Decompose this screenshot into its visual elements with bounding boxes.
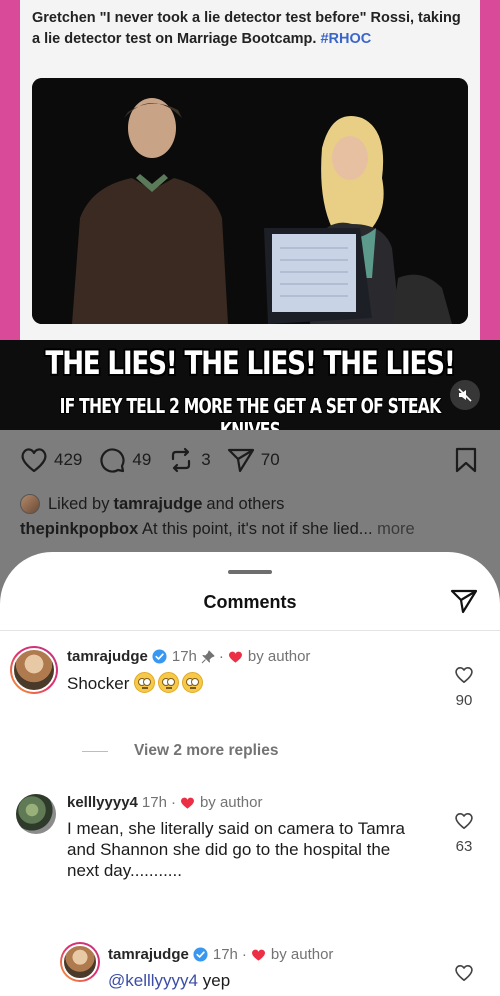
comment-mention[interactable]: @kelllyyyy4 [108,971,198,990]
repost-action[interactable]: 3 [167,447,211,473]
heart-outline-icon [455,812,473,830]
comment-time: 17h [212,946,238,963]
heart-outline-icon [455,666,473,684]
video-still [32,78,468,324]
by-author-label: by author [270,946,334,963]
pin-icon [201,650,215,664]
comment-body: yep [202,971,231,990]
comment-time: 17h [141,794,167,811]
by-author-label: by author [247,648,311,665]
comments-sheet: Comments tamrajudge 17h · by author Shoc… [0,552,500,996]
view-more-replies-label: View 2 more replies [134,742,279,759]
comment-text: I mean, she literally said on camera to … [67,819,405,880]
liked-by-suffix: and others [206,494,285,513]
heart-icon [21,448,47,473]
mute-button[interactable] [450,380,480,410]
tweet-body: Gretchen "I never took a lie detector te… [32,10,461,47]
replies-line [82,750,108,752]
avatar[interactable] [10,646,58,694]
sheet-title: Comments [203,592,297,612]
liked-by-prefix: Liked by [48,494,110,513]
tweet-card: Gretchen "I never took a lie detector te… [20,0,480,340]
video-frame [32,78,468,324]
pink-frame-right [480,0,500,340]
caption-username[interactable]: thepinkpopbox [20,520,138,538]
like-count: 429 [54,450,83,469]
comment-username[interactable]: tamrajudge [108,946,189,963]
save-button[interactable] [454,447,478,478]
liker-avatar [20,494,40,514]
like-action[interactable]: 429 [20,447,82,473]
share-count: 70 [260,450,280,469]
comment-header: kelllyyyy4 17h · by author [67,794,263,811]
liked-by-user[interactable]: tamrajudge [113,495,202,514]
caption-text: At this point, it's not if she lied... [141,520,373,538]
share-action[interactable]: 70 [227,447,280,473]
repost-icon [172,447,191,473]
eye-roll-emoji-icon [158,672,180,693]
sheet-grabber[interactable] [228,570,272,574]
comment-text: @kelllyyyy4 yep [108,970,230,991]
bookmark-icon [455,447,477,473]
comment-count: 49 [132,450,152,469]
comment-bubble-icon [100,448,125,473]
post-actions: 429 49 3 70 [20,446,296,474]
eye-roll-emoji-icon [134,672,156,693]
avatar[interactable] [16,794,56,834]
eye-roll-emoji-icon [182,672,204,693]
heart-outline-icon [455,964,473,982]
repost-count: 3 [201,450,211,469]
author-heart-icon [251,948,266,962]
avatar[interactable] [60,942,100,982]
comment-like[interactable] [449,964,479,982]
by-author-label: by author [199,794,263,811]
overlay-caption-1: THE LIES! THE LIES! THE LIES! [45,344,455,382]
sheet-divider [0,630,500,631]
liked-by[interactable]: Liked by tamrajudge and others [20,494,284,514]
send-icon [227,448,254,473]
comment-action[interactable]: 49 [98,446,151,474]
pink-frame-left [0,0,20,340]
comment-body: Shocker [67,674,130,693]
comment-header: tamrajudge 17h · by author [67,648,311,665]
send-icon [450,589,478,614]
verified-badge-icon [152,649,167,664]
comment-username[interactable]: tamrajudge [67,648,148,665]
comment-header: tamrajudge 17h · by author [108,946,334,963]
comment-like-count: 90 [455,692,473,709]
tweet-hashtag: #RHOC [320,31,372,47]
caption-more-link[interactable]: more [377,520,415,538]
muted-speaker-icon [458,388,472,402]
comment-text: Shocker [67,672,206,694]
author-heart-icon [228,650,243,664]
view-more-replies[interactable]: View 2 more replies [82,742,278,760]
comment-like[interactable]: 63 [449,812,479,855]
post-caption: thepinkpopbox At this point, it's not if… [20,520,490,539]
comment-time: 17h [171,648,197,665]
post-media[interactable]: Gretchen "I never took a lie detector te… [0,0,500,442]
comment-like-count: 63 [455,838,473,855]
author-heart-icon [180,796,195,810]
verified-badge-icon [193,947,208,962]
share-post-button[interactable] [450,588,478,619]
tweet-text: Gretchen "I never took a lie detector te… [32,8,472,50]
comment-username[interactable]: kelllyyyy4 [67,794,138,811]
comment-like[interactable]: 90 [449,666,479,709]
